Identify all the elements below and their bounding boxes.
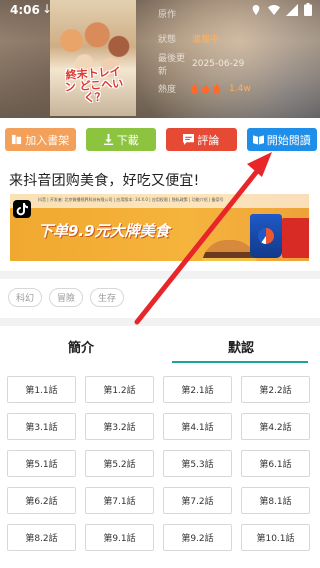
ad-banner[interactable]: 抖音 | 开发者: 北京微播视界科技有限公司 | 应用版本: 34.X.0 | … — [10, 194, 309, 261]
chapter-button[interactable]: 第4.2話 — [241, 413, 310, 440]
section-divider — [0, 271, 320, 279]
section-divider — [0, 318, 320, 326]
genre-tag[interactable]: 科幻 — [8, 288, 43, 307]
start-reading-label: 開始閱讀 — [266, 133, 311, 147]
add-to-shelf-button[interactable]: 加入書架 — [5, 128, 76, 151]
info-popularity-value: 1.4w — [229, 83, 251, 94]
comment-icon — [183, 134, 195, 145]
chapter-button[interactable]: 第9.2話 — [163, 524, 232, 551]
ad-slogan: 下单9.9元大牌美食 — [38, 222, 170, 240]
flame-icon — [212, 83, 221, 94]
tab-default-order[interactable]: 默認 — [228, 337, 254, 356]
chapter-button[interactable]: 第2.1話 — [163, 376, 232, 403]
info-popularity-row: 熱度 1.4w — [158, 82, 251, 95]
location-icon — [252, 4, 260, 15]
action-bar: 加入書架 下載 評論 開始閱讀 — [5, 128, 317, 151]
chapter-button[interactable]: 第8.1話 — [241, 487, 310, 514]
comment-label: 評論 — [197, 133, 220, 147]
chapter-button[interactable]: 第7.2話 — [163, 487, 232, 514]
ad-fine-print: 抖音 | 开发者: 北京微播视界科技有限公司 | 应用版本: 34.X.0 | … — [38, 197, 224, 202]
genre-tag[interactable]: 生存 — [90, 288, 125, 307]
tiktok-logo-icon — [13, 200, 31, 218]
info-status-row: 狀態 連載中 — [158, 32, 251, 45]
flame-icon — [190, 83, 199, 94]
ad-title[interactable]: 来抖音团购美食，好吃又便宜! — [9, 170, 199, 190]
genre-tags: 科幻 冒險 生存 — [8, 288, 125, 307]
tab-intro[interactable]: 簡介 — [68, 337, 94, 356]
chapter-button[interactable]: 第7.1話 — [85, 487, 154, 514]
chapter-button[interactable]: 第4.1話 — [163, 413, 232, 440]
download-button[interactable]: 下載 — [85, 128, 156, 151]
fries-image — [282, 218, 309, 258]
burger-image — [202, 240, 257, 261]
chapter-button[interactable]: 第5.1話 — [7, 450, 76, 477]
bookshelf-icon — [12, 134, 22, 145]
download-icon — [103, 134, 113, 145]
open-book-icon — [252, 135, 264, 145]
info-updated-row: 最後更新 2025-06-29 — [158, 54, 251, 77]
download-label: 下載 — [116, 133, 139, 147]
chapter-grid: 第1.1話 第1.2話 第2.1話 第2.2話 第3.1話 第3.2話 第4.1… — [7, 376, 313, 551]
chapter-button[interactable]: 第8.2話 — [7, 524, 76, 551]
chapter-button[interactable]: 第5.2話 — [85, 450, 154, 477]
chapter-button[interactable]: 第3.1話 — [7, 413, 76, 440]
info-status-label: 狀態 — [158, 35, 177, 45]
book-info: 原作 狀態 連載中 最後更新 2025-06-29 熱度 1.4w — [158, 7, 251, 107]
genre-tag[interactable]: 冒險 — [49, 288, 84, 307]
chapter-button[interactable]: 第10.1話 — [241, 524, 310, 551]
info-updated-label: 最後更新 — [158, 53, 186, 77]
download-status-icon: ↓ — [42, 2, 53, 16]
start-reading-button[interactable]: 開始閱讀 — [246, 128, 317, 151]
cover-title: 終末トレイン どこへいく？ — [64, 65, 124, 105]
book-header: 4:06 ↓ 終末トレイン どこへいく？ 原作 狀態 連載中 最後更新 2025… — [0, 0, 320, 118]
active-tab-indicator — [172, 361, 308, 363]
chapter-button[interactable]: 第6.1話 — [241, 450, 310, 477]
info-status-value: 連載中 — [192, 35, 220, 45]
chapter-button[interactable]: 第9.1話 — [85, 524, 154, 551]
chapter-button[interactable]: 第6.2話 — [7, 487, 76, 514]
chapter-button[interactable]: 第2.2話 — [241, 376, 310, 403]
chapter-button[interactable]: 第1.1話 — [7, 376, 76, 403]
status-time: 4:06 — [10, 3, 40, 17]
chapter-button[interactable]: 第5.3話 — [163, 450, 232, 477]
detail-tabs: 簡介 默認 — [0, 328, 320, 364]
info-updated-value: 2025-06-29 — [192, 58, 245, 69]
flame-icon — [201, 83, 210, 94]
battery-icon — [304, 3, 312, 16]
wifi-icon — [268, 4, 280, 15]
chapter-button[interactable]: 第1.2話 — [85, 376, 154, 403]
add-to-shelf-label: 加入書架 — [25, 133, 70, 147]
chapter-button[interactable]: 第3.2話 — [85, 413, 154, 440]
comment-button[interactable]: 評論 — [166, 128, 237, 151]
status-bar: 4:06 ↓ — [0, 0, 320, 22]
popularity-flames: 1.4w — [190, 83, 251, 94]
cellular-signal-icon — [286, 3, 298, 16]
info-popularity-label: 熱度 — [158, 85, 177, 95]
drink-cup-image — [250, 214, 282, 258]
